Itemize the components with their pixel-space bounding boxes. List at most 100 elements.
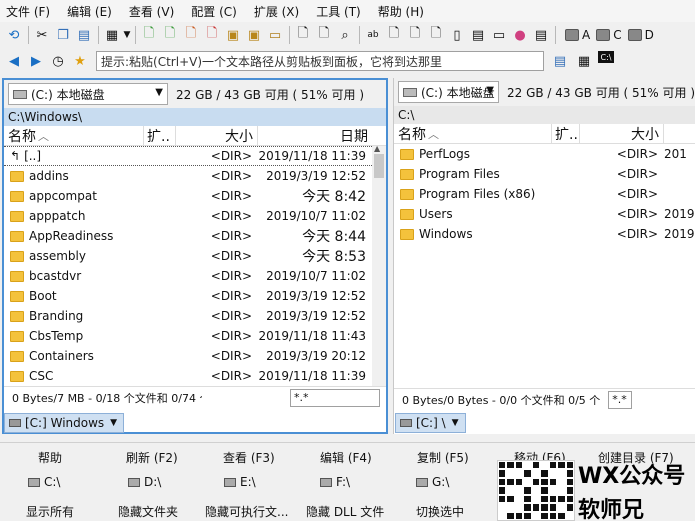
col-date-header[interactable]: 日期 (258, 126, 372, 146)
tab-windows[interactable]: [C:] Windows ▼ (4, 413, 125, 433)
menu-help[interactable]: 帮助 (H) (378, 3, 424, 20)
archive-icon[interactable]: ▤ (468, 25, 488, 45)
drive-d-button[interactable]: D:\ (128, 475, 161, 489)
menu-tools[interactable]: 工具 (T) (316, 3, 361, 20)
file-row[interactable]: CSC <DIR> 2019/11/18 11:39 (4, 366, 386, 386)
file-row[interactable]: Users <DIR> 2019 (394, 204, 695, 224)
copy-file-icon[interactable]: 🗋 (160, 25, 180, 45)
path-hint-input[interactable]: 提示:粘贴(Ctrl+V)一个文本路径从剪贴板到面板，它将到达那里 (96, 51, 544, 71)
menu-view[interactable]: 查看 (V) (129, 3, 174, 20)
col-ext-header[interactable]: 扩.. (552, 123, 580, 144)
notes-icon[interactable]: ▯ (447, 25, 467, 45)
rename-icon[interactable]: ab (363, 25, 383, 45)
copy-button[interactable]: 复制 (F5) (417, 449, 469, 466)
favorites-star-icon[interactable]: ★ (70, 51, 90, 71)
right-path-bar[interactable]: C:\ (394, 106, 695, 124)
file-row[interactable]: apppatch <DIR> 2019/10/7 11:02 (4, 206, 386, 226)
qr-module (524, 504, 531, 511)
drive-button-c[interactable]: C (596, 28, 622, 42)
file-row[interactable]: ↰ [..] <DIR> 2019/11/18 11:39 (4, 146, 386, 166)
view-mode-icon[interactable]: ▦ (102, 25, 122, 45)
compare-icon[interactable]: 🗋 (384, 25, 404, 45)
menu-extend[interactable]: 扩展 (X) (254, 3, 299, 20)
move-file-icon[interactable]: 🗋 (181, 25, 201, 45)
print-icon[interactable]: ▭ (489, 25, 509, 45)
file-date: 今天 8:53 (302, 249, 366, 265)
watermark-line-1: WX公众号 (578, 464, 686, 489)
sync-icon[interactable]: 🗋 (405, 25, 425, 45)
drive-button-d[interactable]: D (627, 28, 654, 42)
new-file-icon[interactable]: 🗋 (139, 25, 159, 45)
col-name-header[interactable]: 名称 ︿ (4, 125, 144, 146)
col-size-header[interactable]: 大小 (176, 125, 258, 146)
file-row[interactable]: Program Files <DIR> (394, 164, 695, 184)
scrollbar-thumb[interactable] (374, 154, 384, 178)
view-file-icon[interactable]: 🗋 (293, 25, 313, 45)
refresh-icon[interactable]: ⟲ (4, 25, 24, 45)
chevron-down-icon[interactable]: ▼ (123, 25, 131, 45)
edit-button[interactable]: 编辑 (F4) (320, 449, 372, 466)
file-row[interactable]: appcompat <DIR> 今天 8:42 (4, 186, 386, 206)
file-row[interactable]: Containers <DIR> 2019/3/19 20:12 (4, 346, 386, 366)
file-row[interactable]: Branding <DIR> 2019/3/19 12:52 (4, 306, 386, 326)
file-row[interactable]: Program Files (x86) <DIR> (394, 184, 695, 204)
left-scrollbar[interactable]: ▲ ▼ (372, 144, 386, 394)
drive-button-a[interactable]: A (565, 28, 590, 42)
col-name-header[interactable]: 名称 ︿ (394, 123, 552, 144)
col-ext-header[interactable]: 扩.. (144, 125, 176, 146)
scroll-up-icon[interactable]: ▲ (374, 144, 380, 153)
edit-file-icon[interactable]: 🗋 (314, 25, 334, 45)
tab-root[interactable]: [C:] \ ▼ (395, 413, 466, 433)
menu-edit[interactable]: 编辑 (E) (67, 3, 112, 20)
view-button[interactable]: 查看 (F3) (223, 449, 275, 466)
file-row[interactable]: Windows <DIR> 2019 (394, 224, 695, 244)
file-row[interactable]: bcastdvr <DIR> 2019/10/7 11:02 (4, 266, 386, 286)
calculator-icon[interactable]: ▦ (574, 51, 594, 71)
delete-file-icon[interactable]: 🗋 (202, 25, 222, 45)
hide-executables-button[interactable]: 隐藏可执行文... (205, 503, 288, 520)
forward-icon[interactable]: ▶ (26, 51, 46, 71)
hide-dll-button[interactable]: 隐藏 DLL 文件 (306, 503, 384, 520)
drive-e-button[interactable]: E:\ (224, 475, 256, 489)
help-button[interactable]: 帮助 (38, 449, 62, 466)
file-row[interactable]: addins <DIR> 2019/3/19 12:52 (4, 166, 386, 186)
unpack-icon[interactable]: ▣ (244, 25, 264, 45)
search-icon[interactable]: ⌕ (335, 25, 355, 45)
folder-icon (10, 170, 24, 182)
menu-config[interactable]: 配置 (C) (191, 3, 237, 20)
paste-icon[interactable]: ▤ (74, 25, 94, 45)
toolbar-separator (289, 26, 290, 44)
drive-c-button[interactable]: C:\ (28, 475, 60, 489)
filter-icon[interactable]: ▤ (531, 25, 551, 45)
file-row[interactable]: AppReadiness <DIR> 今天 8:44 (4, 226, 386, 246)
col-size-header[interactable]: 大小 (580, 123, 664, 144)
refresh-button[interactable]: 刷新 (F2) (126, 449, 178, 466)
show-all-button[interactable]: 显示所有 (26, 503, 74, 520)
left-filter-input[interactable]: *.* (290, 388, 380, 407)
copy-icon[interactable]: ❐ (53, 25, 73, 45)
drive-f-button[interactable]: F:\ (320, 475, 350, 489)
qr-module (558, 487, 564, 493)
folder-tree-icon[interactable]: ▭ (265, 25, 285, 45)
history-icon[interactable]: ◷ (48, 51, 68, 71)
file-row[interactable]: CbsTemp <DIR> 2019/11/18 11:43 (4, 326, 386, 346)
right-filter-input[interactable]: *.* (608, 390, 633, 409)
properties-icon[interactable]: 🗋 (426, 25, 446, 45)
file-row[interactable]: Boot <DIR> 2019/3/19 12:52 (4, 286, 386, 306)
color-icon[interactable]: ● (510, 25, 530, 45)
notepad-icon[interactable]: ▤ (550, 51, 570, 71)
right-drive-select[interactable]: (C:) 本地磁盘 ▼ (398, 81, 499, 103)
drive-label: D (644, 28, 654, 42)
menu-file[interactable]: 文件 (F) (6, 3, 50, 20)
file-row[interactable]: PerfLogs <DIR> 201 (394, 144, 695, 164)
back-icon[interactable]: ◀ (4, 51, 24, 71)
toggle-selection-button[interactable]: 切换选中 (416, 503, 464, 520)
pack-icon[interactable]: ▣ (223, 25, 243, 45)
cut-icon[interactable]: ✂ (32, 25, 52, 45)
left-path-bar[interactable]: C:\Windows\ (4, 108, 386, 126)
left-drive-select[interactable]: (C:) 本地磁盘 ▼ (8, 83, 168, 105)
drive-g-button[interactable]: G:\ (416, 475, 449, 489)
file-row[interactable]: assembly <DIR> 今天 8:53 (4, 246, 386, 266)
hide-folders-button[interactable]: 隐藏文件夹 (118, 503, 178, 520)
console-icon[interactable]: C:\ (598, 51, 614, 63)
